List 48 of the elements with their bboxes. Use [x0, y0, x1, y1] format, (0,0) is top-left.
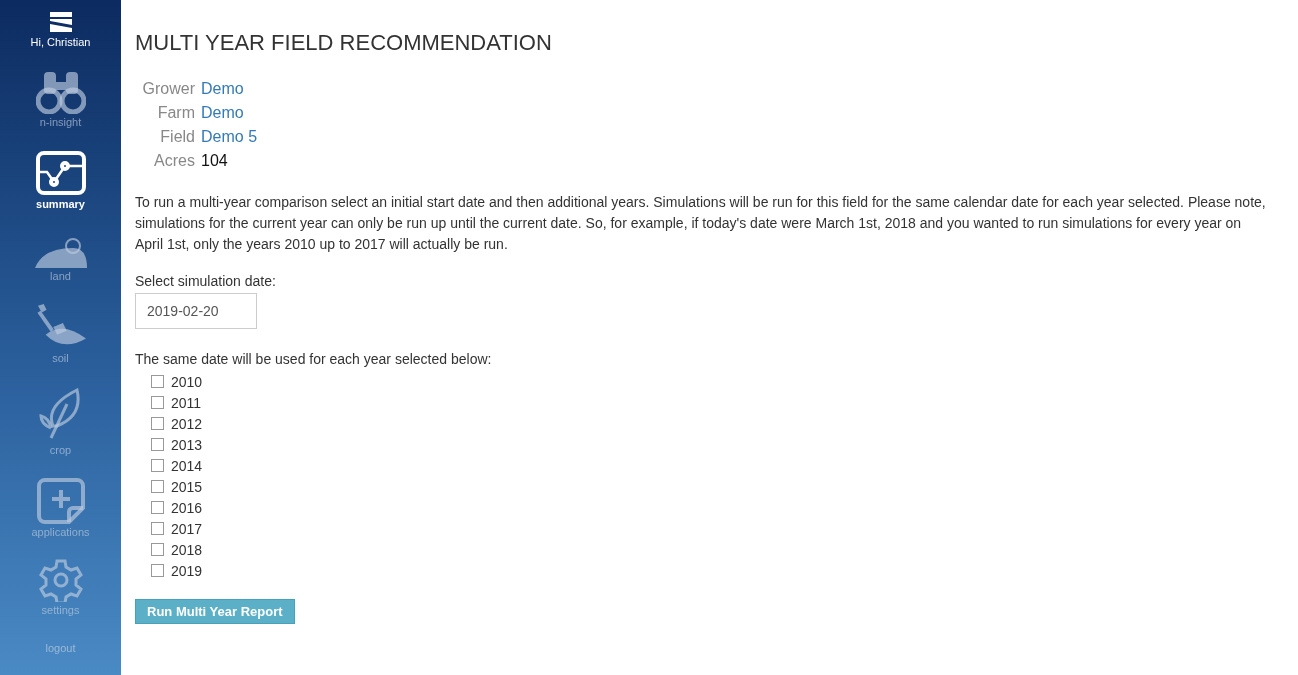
- detail-link[interactable]: Demo 5: [201, 128, 258, 146]
- logout-link[interactable]: logout: [45, 642, 76, 654]
- date-label: Select simulation date:: [135, 273, 277, 289]
- add-note-icon: [36, 478, 85, 524]
- year-label: 2013: [171, 436, 203, 453]
- date-field[interactable]: 2019-02-20: [135, 293, 257, 329]
- year-label: 2019: [171, 562, 203, 579]
- detail-label: Field: [159, 128, 195, 146]
- detail-link[interactable]: Demo: [201, 104, 258, 122]
- nav-item[interactable]: settings: [38, 558, 83, 616]
- year-label: 2016: [171, 499, 203, 516]
- checkbox[interactable]: [151, 543, 164, 556]
- nav-item[interactable]: soil: [32, 302, 89, 364]
- nav-item[interactable]: land: [32, 230, 89, 282]
- checkbox[interactable]: [151, 501, 164, 514]
- year-label: 2012: [171, 415, 203, 432]
- year-label: 2017: [171, 520, 203, 537]
- checkbox[interactable]: [151, 522, 164, 535]
- checkbox[interactable]: [151, 438, 164, 451]
- detail-label: Farm: [156, 104, 195, 122]
- year-label: 2014: [171, 457, 203, 474]
- checkbox[interactable]: [151, 396, 164, 409]
- settings-icon: [38, 558, 83, 602]
- checkbox[interactable]: [151, 459, 164, 472]
- detail-label: Acres: [153, 152, 195, 170]
- nav-item[interactable]: n-insight: [35, 66, 86, 128]
- nav-item[interactable]: crop: [38, 384, 83, 456]
- checkbox[interactable]: [151, 375, 164, 388]
- checkbox[interactable]: [151, 564, 164, 577]
- logo-icon: [49, 12, 72, 32]
- description: To run a multi-year comparison select an initial start date and then additional years. Simulations will be run for this field for the same calendar date for each year selected. Please note, simulations for the current year can only be run up until the current date. So, for example, if today's date were March 1st, 2018 and you wanted to run simulations for every year on April 1st, only the years 2010 up to 2017 will actually be run.: [135, 193, 1267, 254]
- detail-link[interactable]: Demo: [201, 80, 258, 98]
- chart-icon: [34, 150, 87, 196]
- nav-item[interactable]: summary: [34, 148, 87, 210]
- year-label: 2010: [171, 373, 203, 390]
- detail-label: Grower: [141, 80, 195, 98]
- year-label: 2018: [171, 541, 203, 558]
- detail-value: 104: [201, 152, 229, 170]
- binoculars-icon: [35, 70, 86, 114]
- checkbox[interactable]: [151, 480, 164, 493]
- run-report-button[interactable]: Run Multi Year Report: [135, 599, 295, 624]
- years-label: The same date will be used for each year selected below:: [135, 351, 493, 367]
- greeting: Hi, Christian: [30, 36, 91, 48]
- page-title: MULTI YEAR FIELD RECOMMENDATION: [135, 30, 553, 56]
- year-label: 2011: [171, 394, 202, 411]
- checkbox[interactable]: [151, 417, 164, 430]
- nav-item[interactable]: applications: [31, 476, 90, 538]
- year-label: 2015: [171, 478, 203, 495]
